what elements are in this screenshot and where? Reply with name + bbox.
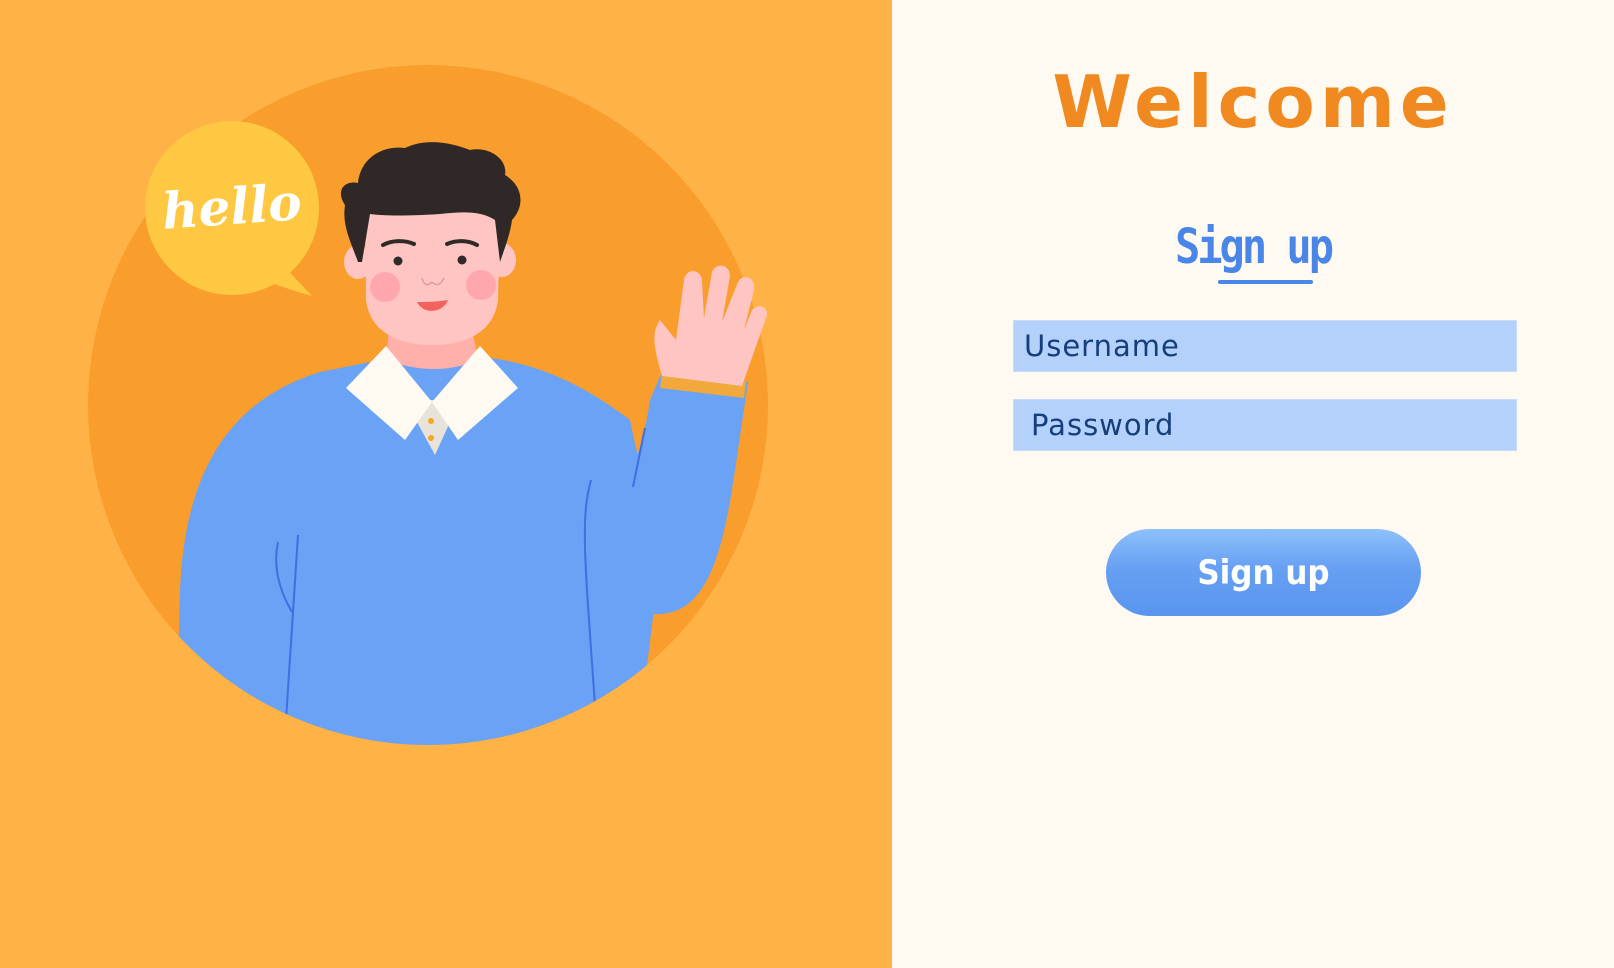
speech-bubble-text: hello (160, 172, 303, 241)
welcome-title: Welcome (1052, 60, 1454, 144)
signup-form-panel: Welcome Sign up Sign up (892, 0, 1614, 968)
signup-page: hello Welcome Sign up Username Sign up (0, 0, 1614, 968)
man-figure (170, 356, 748, 745)
signup-button[interactable]: Sign up (1106, 529, 1421, 616)
active-tab-underline (1218, 280, 1313, 284)
tab-signup-label: Sign up (1174, 218, 1334, 275)
password-field-wrapper (1013, 399, 1517, 451)
username-field-wrapper (1013, 320, 1517, 372)
signup-button-label: Sign up (1197, 552, 1330, 593)
speech-bubble-icon: hello (145, 121, 319, 296)
username-input[interactable] (1014, 321, 1516, 371)
illustration-panel: hello (0, 0, 892, 968)
tab-signup[interactable]: Sign up (892, 218, 1614, 284)
waving-man-illustration: hello (88, 65, 768, 745)
password-input[interactable] (1014, 400, 1516, 450)
